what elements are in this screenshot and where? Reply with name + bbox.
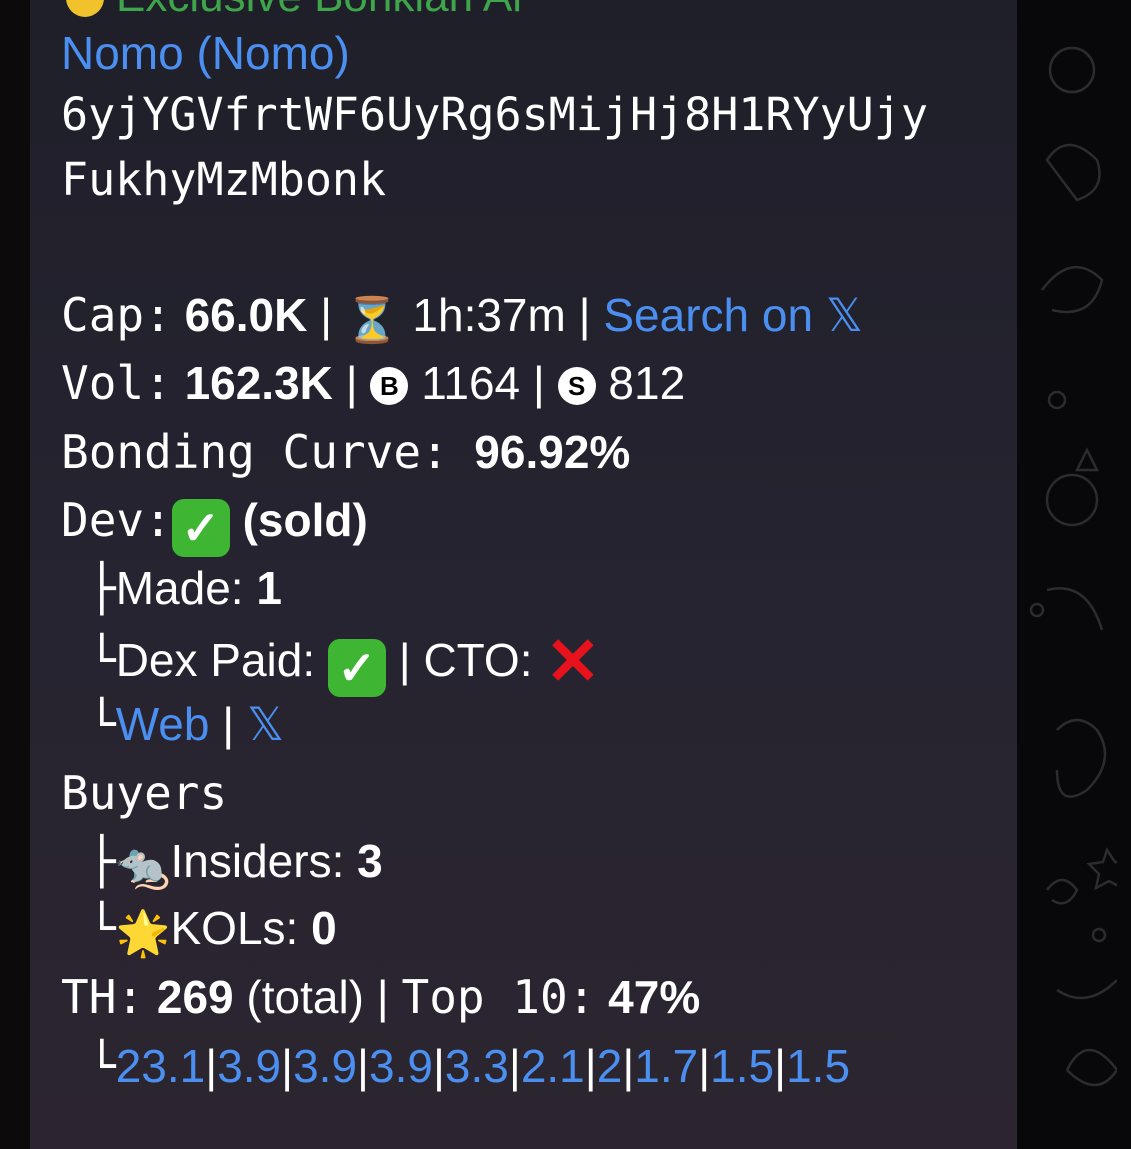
contract-address-line-2[interactable]: FukhyMzMbonk (61, 153, 386, 206)
buys-icon: B (370, 367, 409, 405)
separator: | (376, 971, 389, 1023)
dev-row: Dev: ✓ (sold) (61, 493, 368, 557)
insiders-row: ├🐀Insiders: 3 (88, 834, 383, 892)
dev-links-row: └Web | 𝕏 (88, 697, 284, 751)
tree-branch: └ (88, 901, 116, 955)
x-logo-icon: 𝕏 (825, 289, 863, 341)
kols-label: KOLs: (170, 902, 299, 954)
volume-value: 162.3K (184, 357, 333, 409)
made-label: Made: (115, 562, 244, 614)
made-value: 1 (256, 562, 282, 614)
emoji-icon (66, 0, 104, 17)
holder-percent-link[interactable]: 3.9 (369, 1040, 433, 1092)
bonding-curve-value: 96.92% (474, 426, 631, 478)
channel-name: Exclusive Bonkian Al (116, 0, 522, 21)
contract-address-line-1[interactable]: 6yjYGVfrtWF6UyRg6sMijHj8H1RYyUjy (61, 88, 928, 141)
rat-icon: 🐀 (115, 842, 171, 891)
sells-icon: S (557, 367, 596, 405)
buys-count: 1164 (421, 357, 521, 409)
top-holders-row: └23.1|3.9|3.9|3.9|3.3|2.1|2|1.7|1.5|1.5 (88, 1039, 850, 1093)
glowing-star-icon: 🌟 (115, 909, 171, 958)
holder-percent-link[interactable]: 2 (597, 1040, 623, 1092)
holder-percent-link[interactable]: 3.9 (217, 1040, 281, 1092)
volume-row: Vol: 162.3K | B 1164 | S 812 (61, 356, 685, 410)
holders-row: TH: 269 (total) | Top 10: 47% (61, 970, 700, 1024)
holder-percent-link[interactable]: 2.1 (521, 1040, 585, 1092)
th-total-suffix: (total) (246, 971, 364, 1023)
holder-percent-link[interactable]: 3.3 (445, 1040, 509, 1092)
tree-branch: └ (88, 1039, 116, 1093)
token-age: 1h:37m (412, 289, 566, 341)
kols-value: 0 (311, 902, 337, 954)
buyers-label: Buyers (61, 766, 228, 820)
th-total: 269 (156, 971, 234, 1023)
kols-row: └🌟KOLs: 0 (88, 901, 337, 959)
message-bubble: Exclusive Bonkian Al Nomo (Nomo) 6yjYGVf… (30, 0, 1017, 1149)
tree-branch: ├ (88, 561, 116, 615)
holder-percent-link[interactable]: 1.7 (634, 1040, 698, 1092)
holder-separator: | (698, 1040, 711, 1092)
holder-percent-link[interactable]: 3.9 (293, 1040, 357, 1092)
separator: | (398, 634, 411, 686)
dex-paid-label: Dex Paid: (115, 634, 316, 686)
dev-label: Dev: (61, 493, 172, 547)
holder-percent-link[interactable]: 23.1 (116, 1040, 206, 1092)
holder-separator: | (281, 1040, 294, 1092)
holder-separator: | (508, 1040, 521, 1092)
tree-branch: └ (88, 633, 116, 687)
dex-paid-row: └Dex Paid: ✓ | CTO: ✕ (88, 628, 601, 697)
channel-header: Exclusive Bonkian Al (66, 0, 522, 22)
holder-separator: | (584, 1040, 597, 1092)
separator: | (320, 289, 333, 341)
hourglass-icon: ⏳ (344, 296, 400, 345)
dev-made-row: ├Made: 1 (88, 561, 282, 615)
cap-value: 66.0K (184, 289, 308, 341)
search-on-x-link[interactable]: Search on 𝕏 (603, 289, 863, 341)
cap-label: Cap: (61, 288, 172, 342)
holder-separator: | (774, 1040, 787, 1092)
th-label: TH: (61, 970, 145, 1024)
insiders-value: 3 (357, 835, 383, 887)
separator: | (222, 698, 235, 750)
separator: | (345, 357, 358, 409)
cross-icon: ✕ (545, 624, 601, 698)
chat-wallpaper-right (1017, 0, 1131, 1149)
top-holders-list: 23.1|3.9|3.9|3.9|3.3|2.1|2|1.7|1.5|1.5 (116, 1040, 850, 1092)
cap-row: Cap: 66.0K | ⏳ 1h:37m | Search on 𝕏 (61, 288, 863, 346)
holder-percent-link[interactable]: 1.5 (786, 1040, 850, 1092)
holder-separator: | (357, 1040, 369, 1092)
separator: | (578, 289, 591, 341)
bonding-curve-label: Bonding Curve: (61, 425, 449, 479)
volume-label: Vol: (61, 356, 172, 410)
sells-count: 812 (608, 357, 686, 409)
holder-separator: | (432, 1040, 445, 1092)
tree-branch: ├ (88, 834, 116, 888)
cto-label: CTO: (423, 634, 533, 686)
holder-percent-link[interactable]: 1.5 (710, 1040, 774, 1092)
separator: | (532, 357, 545, 409)
web-link[interactable]: Web (116, 698, 210, 750)
dev-status: (sold) (242, 494, 368, 546)
chat-wallpaper-left (0, 0, 30, 1149)
insiders-label: Insiders: (170, 835, 345, 887)
top10-value: 47% (608, 971, 701, 1023)
holder-separator: | (205, 1040, 218, 1092)
token-name-link[interactable]: Nomo (Nomo) (61, 26, 350, 80)
top10-label: Top 10: (401, 970, 596, 1024)
bonding-curve-row: Bonding Curve: 96.92% (61, 425, 630, 479)
check-icon: ✓ (327, 639, 386, 697)
search-on-label: Search on (603, 289, 814, 341)
x-link-icon[interactable]: 𝕏 (247, 698, 284, 750)
check-icon: ✓ (171, 499, 230, 557)
holder-separator: | (622, 1040, 635, 1092)
tree-branch: └ (88, 697, 116, 751)
